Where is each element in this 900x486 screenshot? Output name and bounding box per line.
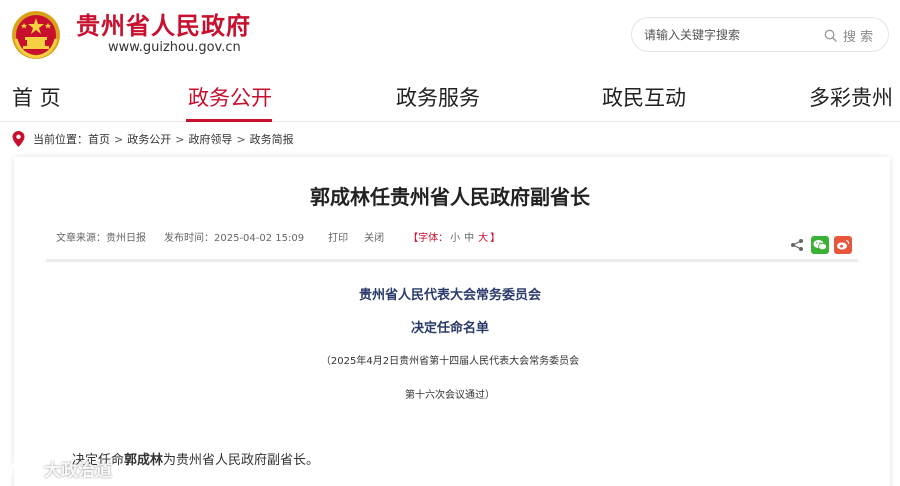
nav-item-home[interactable]: 首 页 [12, 84, 61, 112]
nav-active-indicator [186, 119, 272, 122]
article-title: 郭成林任贵州省人民政府副省长 [310, 185, 590, 209]
site-title[interactable]: 贵州省人民政府 [76, 11, 251, 41]
nav-item-colorful-guizhou[interactable]: 多彩贵州 [809, 84, 893, 112]
nav-item-government-affairs[interactable]: 政务公开 [188, 84, 272, 112]
font-size-suffix: 】 [490, 233, 501, 244]
breadcrumb-item-home[interactable]: 首页 [88, 131, 110, 147]
font-size-large[interactable]: 大 [478, 229, 488, 244]
watermark-logo-icon [9, 460, 37, 476]
search-input[interactable] [644, 25, 814, 45]
search-button-label: 搜 索 [843, 29, 874, 45]
article-published-time: 发布时间：2025-04-02 15:09 [164, 233, 305, 244]
font-size-prefix: 【字体： [408, 233, 449, 244]
breadcrumb: 当前位置： 首页 > 政务公开 > 政府领导 > 政务简报 [12, 129, 294, 149]
issuing-organization: 贵州省人民代表大会常务委员会 [358, 288, 541, 303]
document-title: 决定任命名单 [410, 321, 489, 336]
weibo-icon[interactable] [834, 236, 852, 254]
breadcrumb-item-government-affairs[interactable]: 政务公开 [127, 131, 171, 147]
article-source: 文章来源：贵州日报 [56, 233, 146, 244]
watermark-text: 大政治道 [44, 461, 112, 481]
breadcrumb-separator: > [236, 132, 246, 146]
article-meta: 文章来源：贵州日报 发布时间：2025-04-02 15:09 打印 关闭 【字… [56, 229, 500, 244]
breadcrumb-separator: > [175, 132, 185, 146]
wechat-icon[interactable] [811, 236, 829, 254]
nav-item-citizen-interaction[interactable]: 政民互动 [602, 84, 686, 112]
search-box: 搜 索 [631, 17, 889, 52]
document-note-line1: （2025年4月2日贵州省第十四届人民代表大会常务委员会 [320, 356, 580, 367]
close-link[interactable]: 关闭 [364, 229, 384, 244]
share-bar [788, 236, 852, 254]
breadcrumb-separator: > [114, 132, 124, 146]
main-nav: 首 页 政务公开 政务服务 政民互动 多彩贵州 [0, 76, 900, 122]
breadcrumb-item-briefing[interactable]: 政务简报 [250, 131, 294, 147]
title-divider [46, 259, 858, 262]
share-icon[interactable] [788, 236, 806, 254]
location-pin-icon [12, 131, 25, 147]
font-size-medium[interactable]: 中 [464, 229, 474, 244]
site-header: 贵州省人民政府 www.guizhou.gov.cn 搜 索 [0, 0, 900, 76]
breadcrumb-prefix: 当前位置： [33, 133, 88, 146]
font-size-small[interactable]: 小 [450, 229, 460, 244]
search-icon [824, 29, 837, 42]
print-link[interactable]: 打印 [328, 229, 348, 244]
nav-item-government-services[interactable]: 政务服务 [396, 84, 480, 112]
watermark: 大政治道 [8, 456, 112, 481]
body-suffix: 为贵州省人民政府副省长。 [163, 453, 320, 468]
breadcrumb-item-government-leaders[interactable]: 政府领导 [188, 131, 232, 147]
document-note-line2: 第十六次会议通过） [405, 390, 495, 401]
search-button[interactable]: 搜 索 [824, 25, 873, 45]
site-url: www.guizhou.gov.cn [108, 40, 241, 55]
appointee-name: 郭成林 [124, 453, 164, 468]
national-emblem-icon[interactable] [10, 9, 62, 61]
